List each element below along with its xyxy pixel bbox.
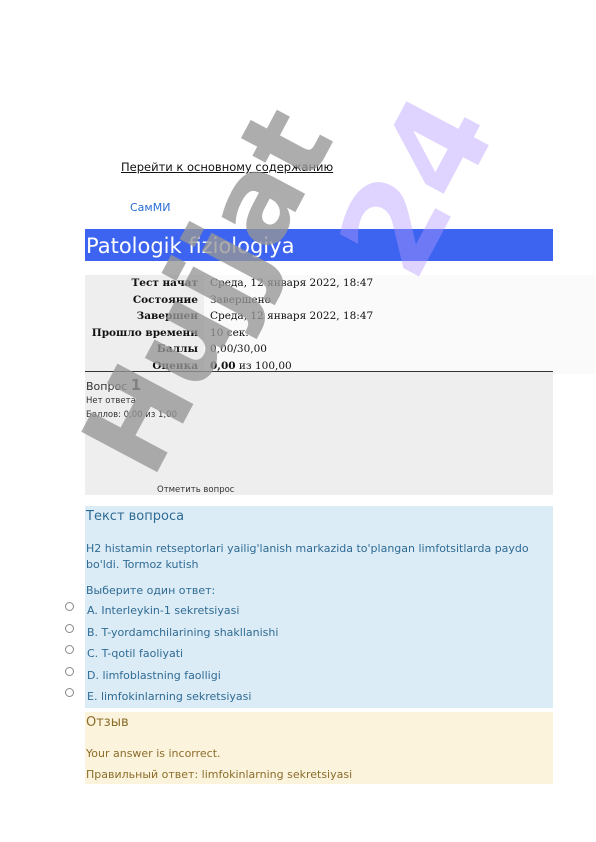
correct-answer-text: Правильный ответ: limfokinlarning sekret…	[86, 768, 353, 781]
flag-question-link[interactable]: Отметить вопрос	[157, 485, 234, 495]
radio-button[interactable]	[65, 623, 74, 633]
radio-button[interactable]	[65, 688, 74, 697]
answer-label: C. T-qotil faoliyati	[87, 647, 184, 660]
feedback-heading: Отзыв	[86, 715, 129, 730]
answer-label: D. limfoblastning faolligi	[87, 668, 221, 682]
summary-row-state: Состояние Завершено	[85, 291, 595, 308]
summary-row-marks: Баллы 0,00/30,00	[85, 341, 595, 358]
skip-to-content-link[interactable]: Перейти к основному содержанию	[121, 160, 333, 174]
site-name-link[interactable]: СамМИ	[130, 201, 170, 214]
question-number: Вопрос 1	[86, 376, 141, 394]
answer-label: E. limfokinlarning sekretsiyasi	[87, 690, 252, 703]
grade-value: 0,00	[210, 359, 236, 372]
question-grade: Баллов: 0,00 из 1,00	[86, 410, 177, 420]
question-content-panel: Текст вопроса H2 histamin retseptorlari …	[65, 506, 553, 708]
answer-label: B. T-yordamchilarining shakllanishi	[87, 625, 279, 639]
summary-row-time-taken: Прошло времени 10 сек.	[85, 324, 595, 341]
radio-button[interactable]	[65, 602, 74, 611]
answer-label: A. Interleykin-1 sekretsiyasi	[87, 604, 240, 617]
question-text-heading: Текст вопроса	[86, 509, 185, 524]
watermark-number: 24	[310, 72, 526, 300]
quiz-summary-table: Тест начат Среда, 12 января 2022, 18:47 …	[85, 275, 595, 374]
summary-row-started: Тест начат Среда, 12 января 2022, 18:47	[85, 275, 595, 292]
summary-value: Среда, 12 января 2022, 18:47	[204, 308, 595, 325]
summary-value: Завершено	[204, 291, 595, 308]
answer-prompt: Выберите один ответ:	[86, 584, 216, 597]
question-info-panel: Вопрос 1 Нет ответа Баллов: 0,00 из 1,00…	[85, 372, 553, 495]
question-state: Нет ответа	[86, 396, 136, 406]
radio-button[interactable]	[65, 645, 74, 654]
grade-max: из 100,00	[235, 359, 292, 372]
summary-value: 10 сек.	[204, 324, 595, 341]
radio-button[interactable]	[65, 666, 74, 676]
question-text: H2 histamin retseptorlari yailig'lanish …	[86, 542, 529, 571]
summary-value: 0,00/30,00	[204, 341, 595, 358]
question-number-label: Вопрос	[86, 380, 128, 393]
summary-label: Баллы	[85, 341, 204, 358]
question-number-value: 1	[130, 376, 142, 394]
course-title-header: Patologik fiziologiya	[85, 229, 553, 261]
feedback-result: Your answer is incorrect.	[86, 747, 221, 760]
feedback-panel: Отзыв Your answer is incorrect. Правильн…	[85, 712, 553, 784]
summary-label: Завершен	[85, 308, 204, 325]
summary-label: Состояние	[85, 291, 204, 308]
summary-label: Тест начат	[85, 275, 204, 292]
summary-label: Прошло времени	[85, 324, 204, 341]
summary-row-completed: Завершен Среда, 12 января 2022, 18:47	[85, 308, 595, 325]
summary-value: Среда, 12 января 2022, 18:47	[204, 275, 595, 292]
